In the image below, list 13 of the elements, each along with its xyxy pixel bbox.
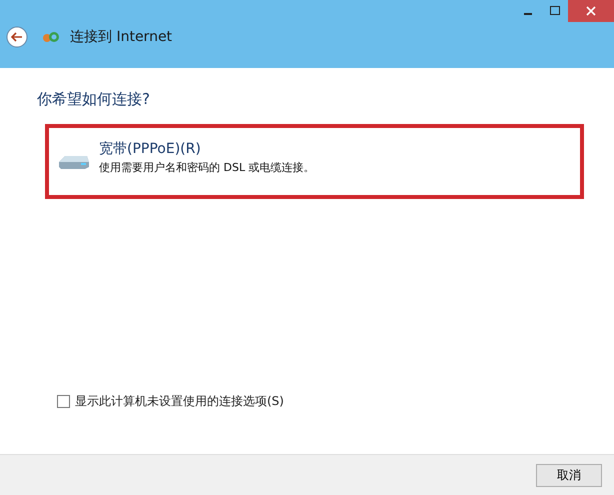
cancel-button[interactable]: 取消 xyxy=(536,464,602,486)
close-button[interactable] xyxy=(568,0,614,22)
maximize-icon[interactable] xyxy=(550,6,560,16)
connection-option[interactable]: 宽带(PPPoE)(R) 使用需要用户名和密码的 DSL 或电缆连接。 xyxy=(45,124,584,199)
close-icon xyxy=(586,6,596,16)
checkbox[interactable] xyxy=(57,395,70,408)
heading: 你希望如何连接? xyxy=(37,90,151,109)
window-title: 连接到 Internet xyxy=(70,28,172,46)
option-title: 宽带(PPPoE)(R) xyxy=(99,140,202,158)
network-icon xyxy=(42,30,60,44)
back-button[interactable] xyxy=(6,26,28,48)
checkbox-label: 显示此计算机未设置使用的连接选项(S) xyxy=(75,393,284,410)
option-description: 使用需要用户名和密码的 DSL 或电缆连接。 xyxy=(99,160,315,175)
